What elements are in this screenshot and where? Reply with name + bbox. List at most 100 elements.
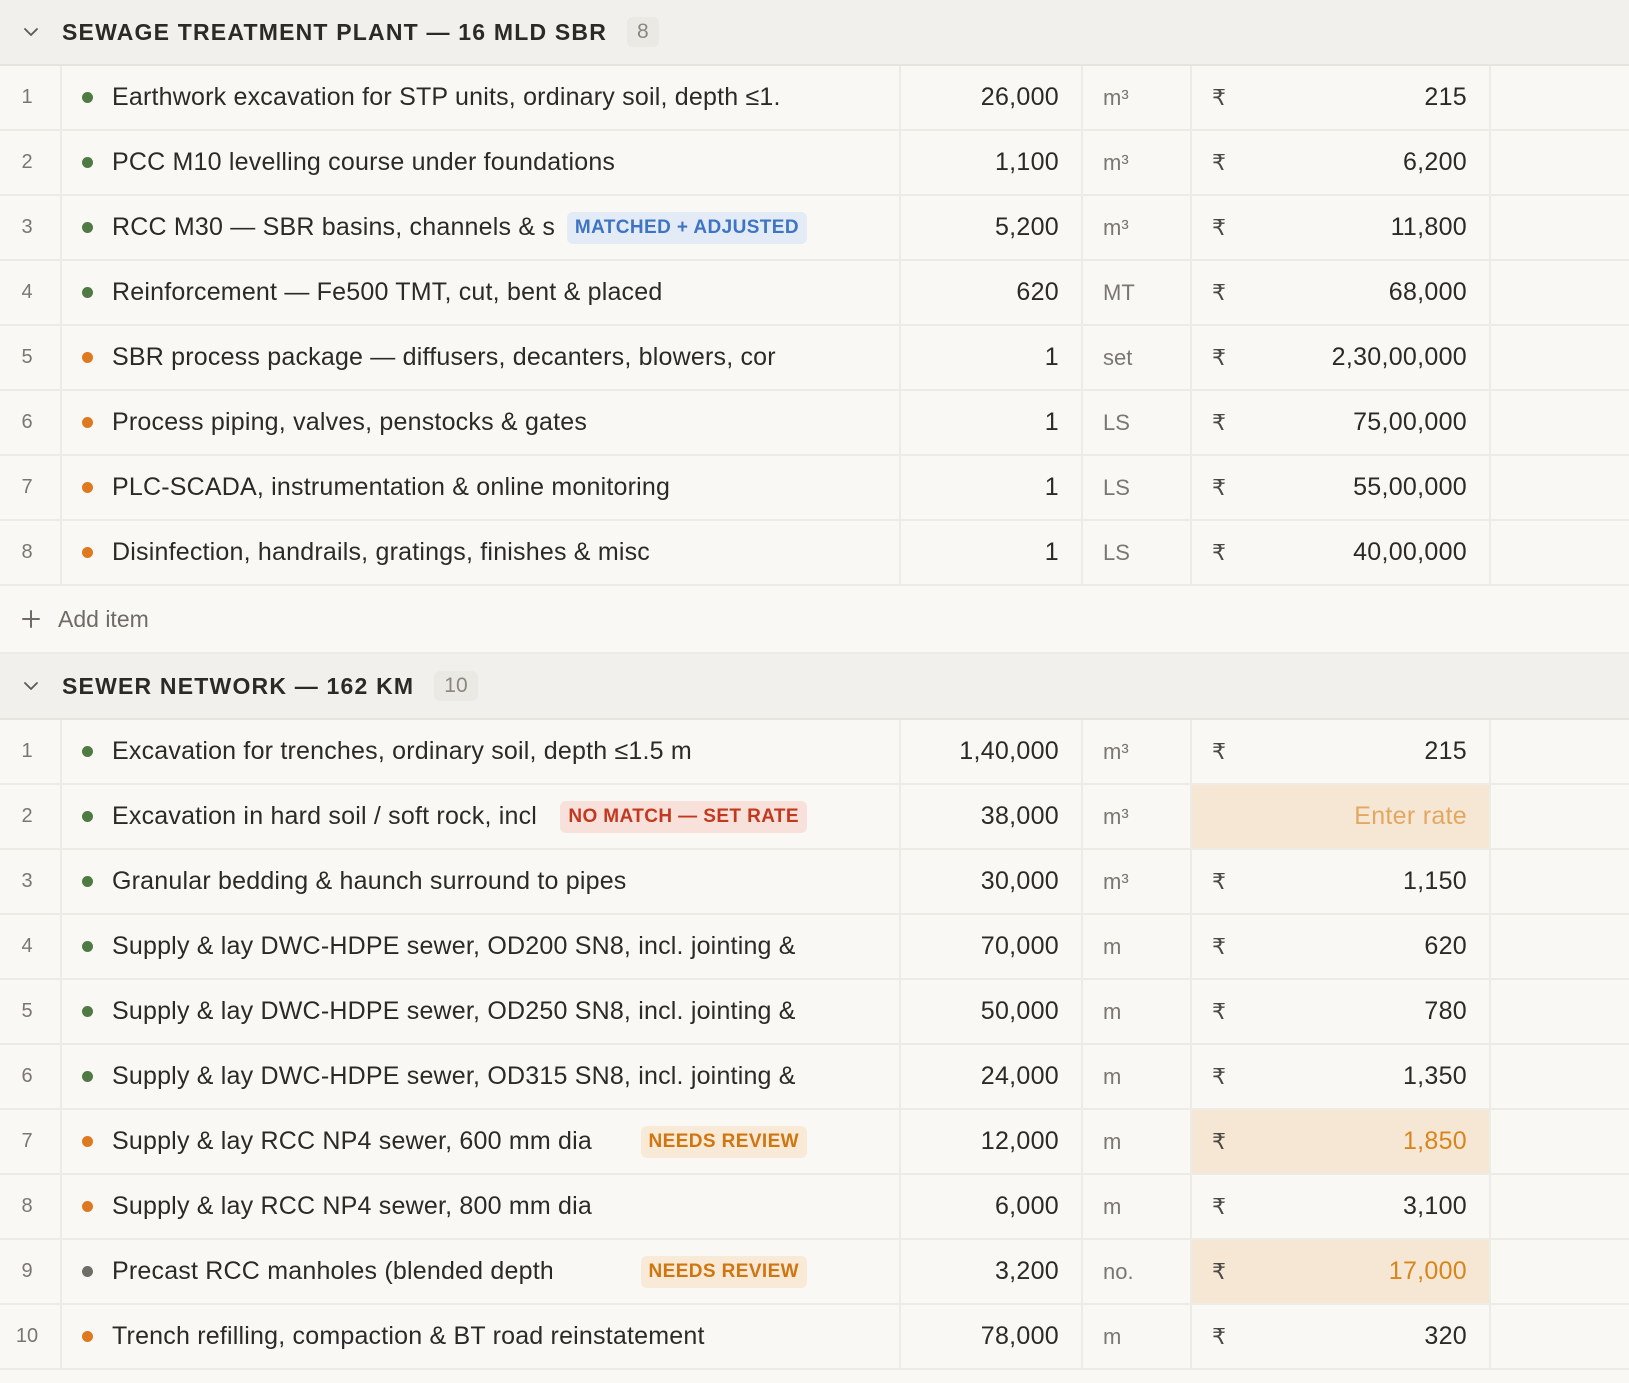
- rate-cell[interactable]: ₹40,00,000: [1192, 521, 1491, 584]
- table-row[interactable]: 4 Supply & lay DWC-HDPE sewer, OD200 SN8,…: [0, 915, 1629, 980]
- description-cell[interactable]: Earthwork excavation for STP units, ordi…: [62, 66, 901, 129]
- description-cell[interactable]: Supply & lay DWC-HDPE sewer, OD315 SN8, …: [62, 1045, 901, 1108]
- quantity-cell[interactable]: 12,000: [901, 1110, 1083, 1173]
- description-cell[interactable]: Disinfection, handrails, gratings, finis…: [62, 521, 901, 584]
- rate-cell[interactable]: ₹68,000: [1192, 261, 1491, 324]
- unit-cell[interactable]: no.: [1083, 1240, 1192, 1303]
- unit-cell[interactable]: m: [1083, 1305, 1192, 1368]
- unit-cell[interactable]: set: [1083, 326, 1192, 389]
- quantity-cell[interactable]: 1: [901, 326, 1083, 389]
- unit-cell[interactable]: m: [1083, 1045, 1192, 1108]
- unit-cell[interactable]: LS: [1083, 521, 1192, 584]
- quantity-cell[interactable]: 38,000: [901, 785, 1083, 848]
- group-header[interactable]: SEWER NETWORK — 162 KM 10: [0, 654, 1629, 720]
- quantity-cell[interactable]: 24,000: [901, 1045, 1083, 1108]
- description-cell[interactable]: Excavation for trenches, ordinary soil, …: [62, 720, 901, 783]
- description-cell[interactable]: Supply & lay DWC-HDPE sewer, OD200 SN8, …: [62, 915, 901, 978]
- table-row[interactable]: 2 Excavation in hard soil / soft rock, in…: [0, 785, 1629, 850]
- chevron-down-icon[interactable]: [18, 19, 44, 45]
- quantity-cell[interactable]: 1: [901, 456, 1083, 519]
- rate-cell[interactable]: ₹6,200: [1192, 131, 1491, 194]
- rate-cell[interactable]: ₹17,000: [1192, 1240, 1491, 1303]
- table-row[interactable]: 5 SBR process package — diffusers, decant…: [0, 326, 1629, 391]
- unit-cell[interactable]: LS: [1083, 456, 1192, 519]
- table-row[interactable]: 5 Supply & lay DWC-HDPE sewer, OD250 SN8,…: [0, 980, 1629, 1045]
- table-row[interactable]: 6 Process piping, valves, penstocks & gat…: [0, 391, 1629, 456]
- quantity-cell[interactable]: 1,40,000: [901, 720, 1083, 783]
- table-row[interactable]: 1 Earthwork excavation for STP units, ord…: [0, 66, 1629, 131]
- rate-cell[interactable]: ₹2,30,00,000: [1192, 326, 1491, 389]
- needs-review-badge[interactable]: NEEDS REVIEW: [640, 1125, 807, 1158]
- table-row[interactable]: 4 Reinforcement — Fe500 TMT, cut, bent & …: [0, 261, 1629, 326]
- quantity-cell[interactable]: 1,100: [901, 131, 1083, 194]
- description-cell[interactable]: Precast RCC manholes (blended depths), i…: [62, 1240, 901, 1303]
- description-cell[interactable]: Trench refilling, compaction & BT road r…: [62, 1305, 901, 1368]
- rate-cell[interactable]: ₹3,100: [1192, 1175, 1491, 1238]
- table-row[interactable]: 2 PCC M10 levelling course under foundati…: [0, 131, 1629, 196]
- rate-cell[interactable]: ₹780: [1192, 980, 1491, 1043]
- description-cell[interactable]: Supply & lay RCC NP4 sewer, 800 mm dia: [62, 1175, 901, 1238]
- group-header[interactable]: SEWAGE TREATMENT PLANT — 16 MLD SBR 8: [0, 0, 1629, 66]
- rate-cell[interactable]: ₹620: [1192, 915, 1491, 978]
- rate-cell[interactable]: ₹1,850: [1192, 1110, 1491, 1173]
- rate-cell[interactable]: ₹75,00,000: [1192, 391, 1491, 454]
- rate-cell[interactable]: ₹215: [1192, 66, 1491, 129]
- table-row[interactable]: 8 Supply & lay RCC NP4 sewer, 800 mm dia 6…: [0, 1175, 1629, 1240]
- unit-cell[interactable]: m: [1083, 915, 1192, 978]
- unit-cell[interactable]: m³: [1083, 131, 1192, 194]
- unit-cell[interactable]: m³: [1083, 720, 1192, 783]
- add-item-button[interactable]: Add item: [0, 586, 1629, 654]
- rate-cell[interactable]: ₹1,150: [1192, 850, 1491, 913]
- table-row[interactable]: 6 Supply & lay DWC-HDPE sewer, OD315 SN8,…: [0, 1045, 1629, 1110]
- quantity-cell[interactable]: 26,000: [901, 66, 1083, 129]
- table-row[interactable]: 9 Precast RCC manholes (blended depths), …: [0, 1240, 1629, 1305]
- table-row[interactable]: 8 Disinfection, handrails, gratings, fini…: [0, 521, 1629, 586]
- table-row[interactable]: 7 PLC-SCADA, instrumentation & online mon…: [0, 456, 1629, 521]
- rate-cell[interactable]: ₹215: [1192, 720, 1491, 783]
- table-row[interactable]: 3 Granular bedding & haunch surround to p…: [0, 850, 1629, 915]
- quantity-cell[interactable]: 3,200: [901, 1240, 1083, 1303]
- chevron-down-icon[interactable]: [18, 673, 44, 699]
- table-row[interactable]: 1 Excavation for trenches, ordinary soil,…: [0, 720, 1629, 785]
- quantity-cell[interactable]: 6,000: [901, 1175, 1083, 1238]
- description-cell[interactable]: SBR process package — diffusers, decante…: [62, 326, 901, 389]
- rate-cell[interactable]: ₹55,00,000: [1192, 456, 1491, 519]
- table-row[interactable]: 10 Trench refilling, compaction & BT road…: [0, 1305, 1629, 1370]
- quantity-cell[interactable]: 620: [901, 261, 1083, 324]
- description-cell[interactable]: Process piping, valves, penstocks & gate…: [62, 391, 901, 454]
- description-cell[interactable]: Reinforcement — Fe500 TMT, cut, bent & p…: [62, 261, 901, 324]
- description-cell[interactable]: PCC M10 levelling course under foundatio…: [62, 131, 901, 194]
- description-cell[interactable]: Supply & lay RCC NP4 sewer, 600 mm dia NE…: [62, 1110, 901, 1173]
- unit-cell[interactable]: m: [1083, 1175, 1192, 1238]
- rate-cell[interactable]: ₹320: [1192, 1305, 1491, 1368]
- unit-cell[interactable]: m³: [1083, 785, 1192, 848]
- description-cell[interactable]: Supply & lay DWC-HDPE sewer, OD250 SN8, …: [62, 980, 901, 1043]
- matched-badge[interactable]: MATCHED + ADJUSTED: [566, 211, 807, 244]
- quantity-cell[interactable]: 70,000: [901, 915, 1083, 978]
- description-cell[interactable]: Excavation in hard soil / soft rock, inc…: [62, 785, 901, 848]
- quantity-cell[interactable]: 30,000: [901, 850, 1083, 913]
- unit-cell[interactable]: m: [1083, 980, 1192, 1043]
- quantity-cell[interactable]: 78,000: [901, 1305, 1083, 1368]
- no-match-badge[interactable]: NO MATCH — SET RATE: [560, 800, 807, 833]
- quantity-cell[interactable]: 5,200: [901, 196, 1083, 259]
- unit-cell[interactable]: m³: [1083, 66, 1192, 129]
- unit-cell[interactable]: MT: [1083, 261, 1192, 324]
- rate-cell[interactable]: ₹11,800: [1192, 196, 1491, 259]
- row-trailing-space: [1491, 521, 1629, 584]
- description-cell[interactable]: Granular bedding & haunch surround to pi…: [62, 850, 901, 913]
- description-cell[interactable]: RCC M30 — SBR basins, channels & s MATCHE…: [62, 196, 901, 259]
- table-row[interactable]: 3 RCC M30 — SBR basins, channels & s MATCH…: [0, 196, 1629, 261]
- rate-cell[interactable]: ₹1,350: [1192, 1045, 1491, 1108]
- description-cell[interactable]: PLC-SCADA, instrumentation & online moni…: [62, 456, 901, 519]
- rate-input[interactable]: Enter rate: [1192, 785, 1491, 848]
- unit-cell[interactable]: m³: [1083, 196, 1192, 259]
- needs-review-badge[interactable]: NEEDS REVIEW: [640, 1255, 807, 1288]
- unit-cell[interactable]: m: [1083, 1110, 1192, 1173]
- quantity-cell[interactable]: 1: [901, 391, 1083, 454]
- unit-cell[interactable]: LS: [1083, 391, 1192, 454]
- quantity-cell[interactable]: 50,000: [901, 980, 1083, 1043]
- quantity-cell[interactable]: 1: [901, 521, 1083, 584]
- table-row[interactable]: 7 Supply & lay RCC NP4 sewer, 600 mm dia N…: [0, 1110, 1629, 1175]
- unit-cell[interactable]: m³: [1083, 850, 1192, 913]
